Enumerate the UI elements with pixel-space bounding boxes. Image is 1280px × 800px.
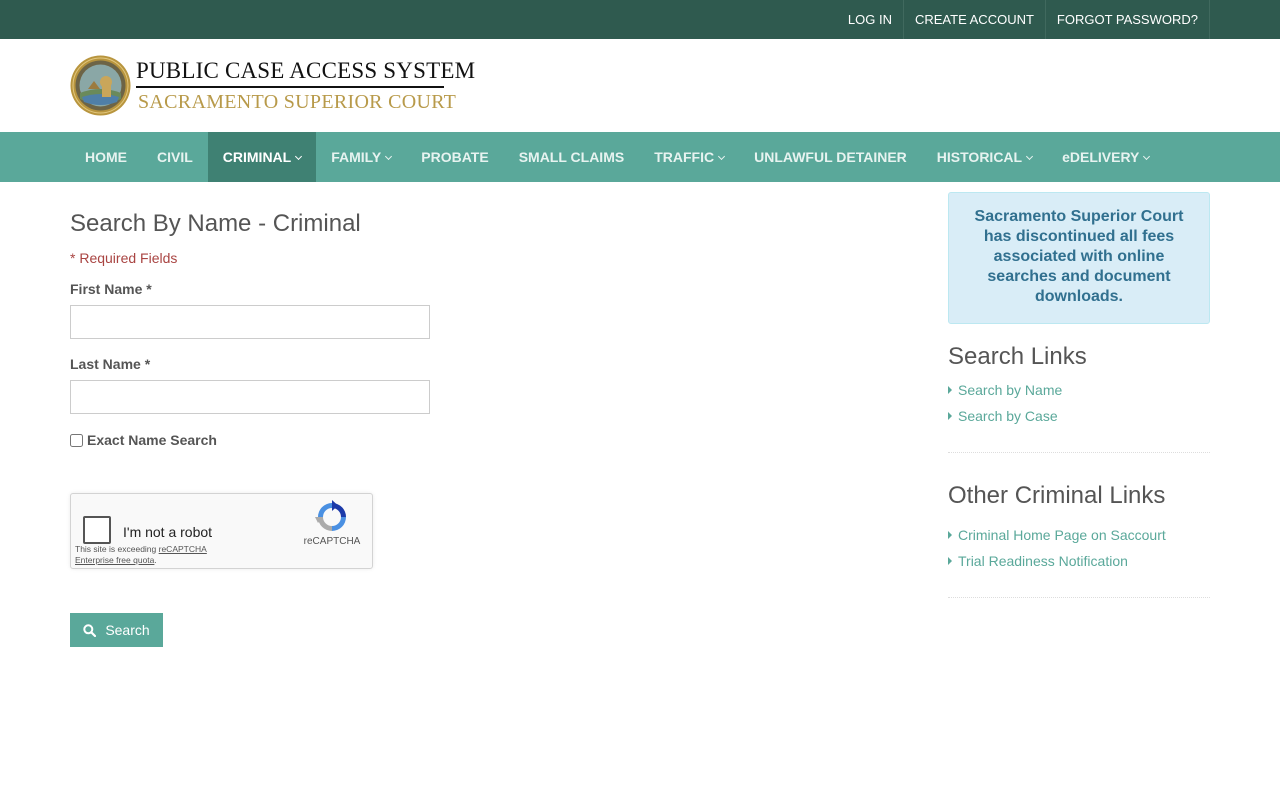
nav-item-probate[interactable]: PROBATE — [406, 132, 503, 182]
section-divider — [948, 452, 1210, 453]
nav-item-label: FAMILY — [331, 149, 382, 165]
recaptcha-label: I'm not a robot — [123, 524, 213, 540]
recaptcha-note-prefix: This site is exceeding — [75, 544, 159, 554]
nav-item-label: HOME — [85, 149, 127, 165]
forgot-password-link[interactable]: FORGOT PASSWORD? — [1044, 0, 1210, 39]
chevron-down-icon — [1026, 152, 1034, 161]
logo-title: PUBLIC CASE ACCESS SYSTEM — [136, 58, 476, 83]
nav-item-label: UNLAWFUL DETAINER — [754, 149, 907, 165]
caret-right-icon — [948, 557, 952, 565]
chevron-down-icon — [295, 152, 303, 161]
trial-readiness-link[interactable]: Trial Readiness Notification — [948, 553, 1128, 569]
recaptcha-widget: I'm not a robot reCAPTCHA This site is e… — [70, 493, 373, 569]
exact-name-checkbox[interactable] — [70, 433, 83, 447]
exact-name-row: Exact Name Search — [70, 432, 217, 448]
nav-item-edelivery[interactable]: eDELIVERY — [1047, 132, 1164, 182]
search-by-case-label: Search by Case — [958, 408, 1058, 424]
account-links: LOG IN CREATE ACCOUNT FORGOT PASSWORD? — [837, 0, 1210, 39]
nav-item-label: CIVIL — [157, 149, 193, 165]
nav-items: HOME CIVIL CRIMINAL FAMILY PROBATE SMALL CLAI… — [70, 132, 1164, 182]
search-links-heading: Search Links — [948, 343, 1087, 370]
recaptcha-note-suffix: . — [154, 555, 157, 565]
nav-item-home[interactable]: HOME — [70, 132, 142, 182]
top-utility-bar: LOG IN CREATE ACCOUNT FORGOT PASSWORD? — [0, 0, 1280, 39]
required-fields-note: * Required Fields — [70, 250, 178, 266]
criminal-home-page-label: Criminal Home Page on Saccourt — [958, 527, 1166, 543]
nav-item-small-claims[interactable]: SMALL CLAIMS — [504, 132, 640, 182]
nav-item-criminal[interactable]: CRIMINAL — [207, 132, 317, 182]
search-by-name-link[interactable]: Search by Name — [948, 382, 1062, 398]
site-logo-text[interactable]: PUBLIC CASE ACCESS SYSTEM SACRAMENTO SUP… — [136, 58, 475, 113]
court-seal-icon — [70, 55, 131, 116]
nav-item-label: eDELIVERY — [1062, 149, 1140, 165]
create-account-link[interactable]: CREATE ACCOUNT — [902, 0, 1045, 39]
search-button[interactable]: Search — [70, 613, 163, 647]
caret-right-icon — [948, 412, 952, 420]
trial-readiness-label: Trial Readiness Notification — [958, 553, 1128, 569]
nav-item-family[interactable]: FAMILY — [316, 132, 406, 182]
recaptcha-quota-note: This site is exceeding reCAPTCHA Enterpr… — [75, 544, 235, 566]
caret-right-icon — [948, 531, 952, 539]
nav-item-historical[interactable]: HISTORICAL — [922, 132, 1047, 182]
search-button-label: Search — [105, 622, 150, 638]
search-by-case-link[interactable]: Search by Case — [948, 408, 1058, 424]
last-name-input[interactable] — [70, 380, 430, 414]
sidebar: Sacramento Superior Court has discontinu… — [948, 192, 1210, 598]
chevron-down-icon — [385, 152, 393, 161]
nav-item-civil[interactable]: CIVIL — [142, 132, 208, 182]
fees-notice: Sacramento Superior Court has discontinu… — [948, 192, 1210, 324]
other-criminal-links-heading: Other Criminal Links — [948, 482, 1166, 509]
nav-item-label: CRIMINAL — [222, 149, 292, 165]
nav-item-label: PROBATE — [421, 149, 489, 165]
chevron-down-icon — [1143, 152, 1151, 161]
site-header: PUBLIC CASE ACCESS SYSTEM SACRAMENTO SUP… — [0, 39, 1280, 132]
main-nav: HOME CIVIL CRIMINAL FAMILY PROBATE SMALL CLAI… — [0, 132, 1280, 182]
search-by-name-label: Search by Name — [958, 382, 1063, 398]
page-title: Search By Name - Criminal — [70, 210, 361, 237]
chevron-down-icon — [718, 152, 726, 161]
nav-item-label: TRAFFIC — [654, 149, 715, 165]
nav-item-label: HISTORICAL — [936, 149, 1023, 165]
caret-right-icon — [948, 386, 952, 394]
first-name-label: First Name * — [70, 281, 152, 297]
last-name-label: Last Name * — [70, 356, 151, 372]
logo-subtitle: SACRAMENTO SUPERIOR COURT — [138, 91, 457, 113]
exact-name-label[interactable]: Exact Name Search — [87, 432, 217, 448]
recaptcha-brand: reCAPTCHA — [303, 536, 361, 547]
criminal-home-page-link[interactable]: Criminal Home Page on Saccourt — [948, 527, 1166, 543]
nav-item-traffic[interactable]: TRAFFIC — [639, 132, 739, 182]
recaptcha-checkbox[interactable] — [83, 516, 111, 544]
search-icon — [83, 623, 97, 637]
recaptcha-icon — [315, 500, 346, 531]
login-link[interactable]: LOG IN — [837, 0, 903, 39]
nav-item-unlawful-detainer[interactable]: UNLAWFUL DETAINER — [739, 132, 922, 182]
section-divider — [948, 597, 1210, 598]
nav-item-label: SMALL CLAIMS — [518, 149, 625, 165]
first-name-input[interactable] — [70, 305, 430, 339]
logo-divider — [136, 86, 444, 88]
